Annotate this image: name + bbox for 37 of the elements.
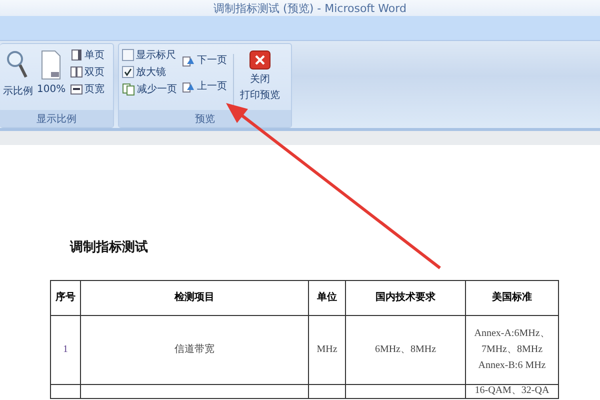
pages-icon: [122, 82, 135, 96]
close-icon: [249, 50, 271, 70]
option-checkbox[interactable]: 显示标尺: [122, 48, 177, 62]
table-cell: 信道带宽: [80, 316, 308, 384]
single-page-icon: [70, 49, 83, 61]
page-nav-button[interactable]: 下一页: [181, 53, 227, 67]
shrink-page-button[interactable]: 减少一页: [122, 82, 177, 96]
group-label: 显示比例: [0, 110, 113, 127]
column-header: 检测项目: [80, 280, 308, 316]
page-icon: [40, 50, 62, 80]
column-header: 国内技术要求: [346, 280, 466, 316]
page-view-button[interactable]: 页宽: [70, 82, 105, 96]
column-header: 序号: [50, 280, 80, 316]
window-title: 调制指标测试 (预览) - Microsoft Word: [212, 0, 406, 16]
checkbox[interactable]: [122, 66, 134, 78]
hundred-percent-button[interactable]: 100%: [37, 50, 66, 110]
table-cell: 16-QAM、32-QA: [466, 384, 558, 398]
page-nav-button[interactable]: 上一页: [181, 79, 227, 93]
magnifier-icon: [7, 50, 29, 80]
page-width-icon: [70, 83, 83, 95]
column-header: 美国标准: [466, 280, 558, 316]
two-pages-icon: [70, 66, 83, 78]
page-arrow-icon: [181, 80, 195, 92]
option-checkbox[interactable]: 放大镜: [122, 65, 177, 79]
page-view-button[interactable]: 双页: [70, 65, 105, 79]
page-arrow-icon: [181, 54, 195, 66]
checkbox[interactable]: [122, 49, 134, 61]
table-cell: 1: [50, 316, 80, 384]
table-cell: Annex-A:6MHz、7MHz、8MHz Annex-B:6 MHz: [466, 316, 558, 384]
close-preview-button[interactable]: 关闭 打印预览: [240, 50, 280, 110]
zoom-button[interactable]: 示比例: [3, 50, 33, 110]
document-heading: 调制指标测试: [70, 239, 149, 256]
page-view-button[interactable]: 单页: [70, 48, 105, 62]
table-cell: MHz: [308, 316, 346, 384]
table-cell: 6MHz、8MHz: [346, 316, 466, 384]
column-header: 单位: [308, 280, 346, 316]
group-label: 预览: [119, 110, 291, 127]
